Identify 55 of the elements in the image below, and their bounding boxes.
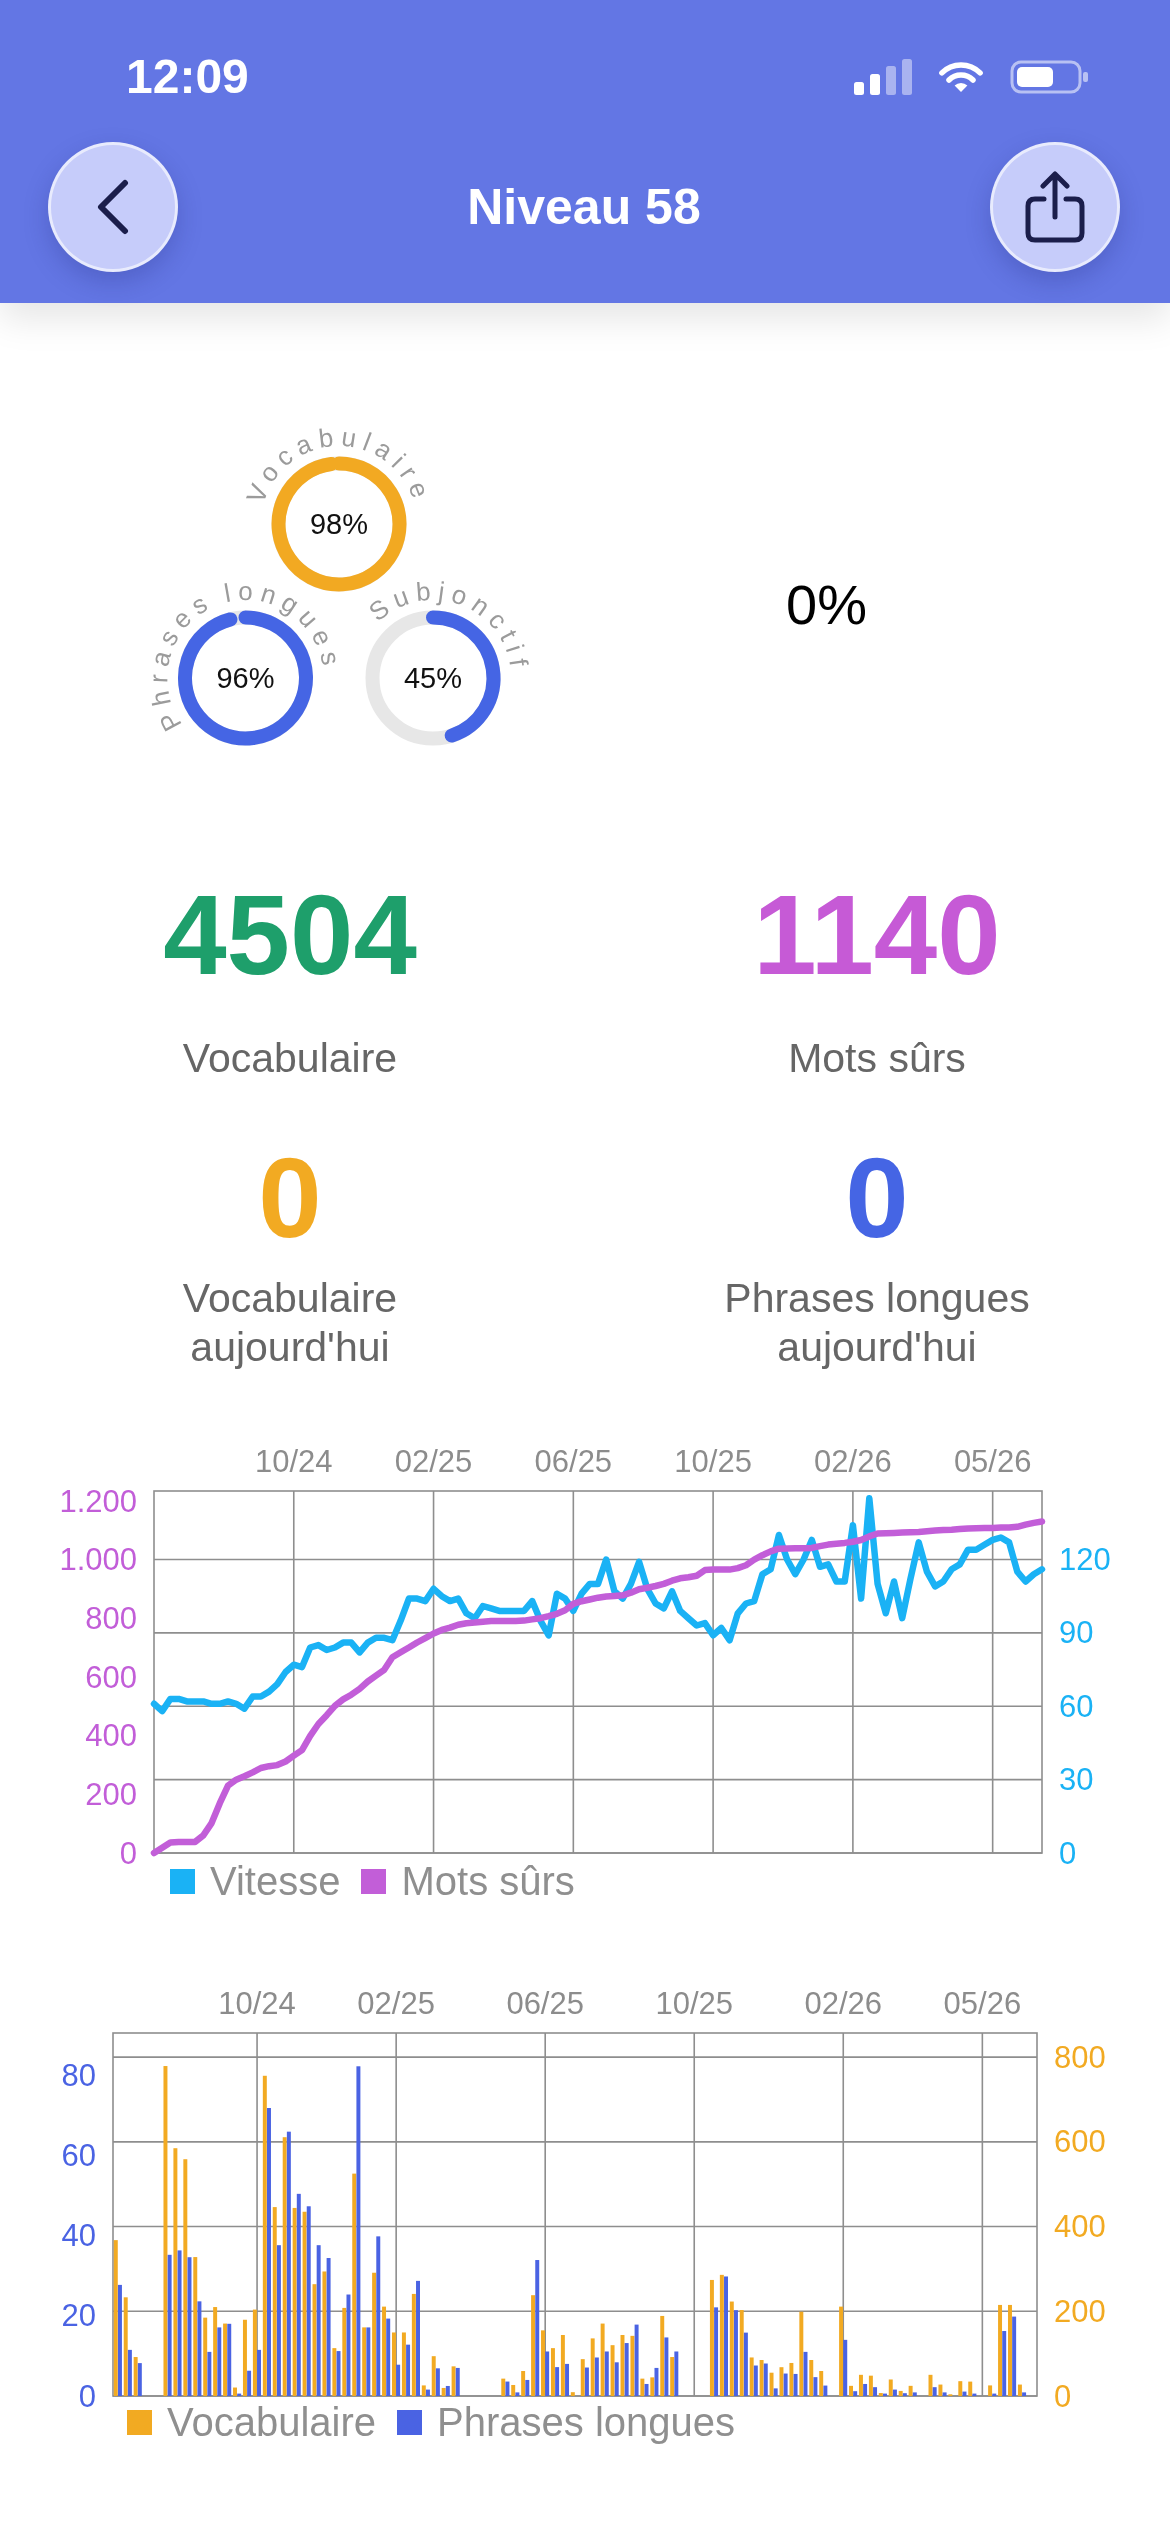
stat-value: 1140 (753, 877, 1001, 992)
y-tick-label: 40 (61, 2218, 96, 2254)
battery-icon (1010, 60, 1090, 94)
y-tick-label: 30 (1059, 1762, 1094, 1798)
stat-label: Vocabulaire (182, 1034, 398, 1083)
y-tick-label: 0 (78, 2378, 96, 2414)
x-tick-label: 02/25 (357, 1985, 435, 2021)
y-tick-label: 200 (85, 1776, 137, 1812)
x-tick-label: 02/26 (814, 1443, 892, 1479)
legend-label: Phrases longues (437, 2400, 735, 2444)
y-tick-label: 80 (61, 2057, 96, 2093)
stat-label: Vocabulaire aujourd'hui (181, 1274, 399, 1372)
status-time: 12:09 (126, 49, 249, 105)
y-tick-label: 0 (119, 1835, 137, 1871)
legend-label: Vocabulaire (167, 2400, 377, 2444)
stat-value: 0 (258, 1140, 322, 1255)
x-tick-label: 05/26 (943, 1985, 1022, 2021)
y-tick-label: 1.000 (59, 1542, 137, 1578)
y-tick-label: 60 (61, 2137, 96, 2173)
stat-value: 4504 (163, 877, 417, 992)
signal-icon (854, 59, 912, 95)
y-tick-label: 0 (1054, 2378, 1072, 2414)
y-tick-label: 200 (1054, 2293, 1106, 2329)
x-tick-label: 02/25 (394, 1443, 473, 1479)
share-icon (1025, 171, 1085, 243)
y-tick-label: 0 (1059, 1835, 1077, 1871)
y-tick-label: 120 (1059, 1542, 1111, 1577)
stat-label: Phrases longues aujourd'hui (723, 1274, 1031, 1372)
y-tick-label: 400 (1054, 2209, 1106, 2245)
x-tick-label: 02/26 (804, 1985, 883, 2021)
percent-value: 0% (786, 573, 867, 637)
x-tick-label: 05/26 (953, 1443, 1032, 1479)
x-tick-label: 06/25 (534, 1443, 613, 1479)
ring-value: 98% (310, 508, 368, 540)
chevron-left-icon (96, 179, 130, 235)
x-tick-label: 10/25 (655, 1985, 733, 2021)
y-tick-label: 90 (1059, 1615, 1094, 1651)
y-tick-label: 800 (85, 1601, 137, 1636)
x-tick-label: 10/25 (674, 1443, 752, 1479)
stat-value: 0 (845, 1140, 909, 1255)
x-tick-label: 10/24 (218, 1985, 296, 2021)
wifi-icon (938, 60, 984, 94)
x-tick-label: 06/25 (506, 1985, 584, 2021)
stat-label: Mots sûrs (788, 1034, 966, 1083)
y-tick-label: 20 (61, 2298, 96, 2334)
legend-label: Vitesse (210, 1859, 341, 1903)
y-tick-label: 60 (1059, 1688, 1094, 1724)
y-tick-label: 800 (1054, 2039, 1106, 2075)
y-tick-label: 400 (85, 1718, 137, 1754)
y-tick-label: 600 (1054, 2124, 1106, 2160)
legend-label: Mots sûrs (401, 1859, 575, 1903)
x-tick-label: 10/24 (255, 1443, 333, 1479)
y-tick-label: 600 (85, 1659, 137, 1695)
page-title: Niveau 58 (467, 178, 701, 237)
y-tick-label: 1.200 (59, 1483, 137, 1519)
